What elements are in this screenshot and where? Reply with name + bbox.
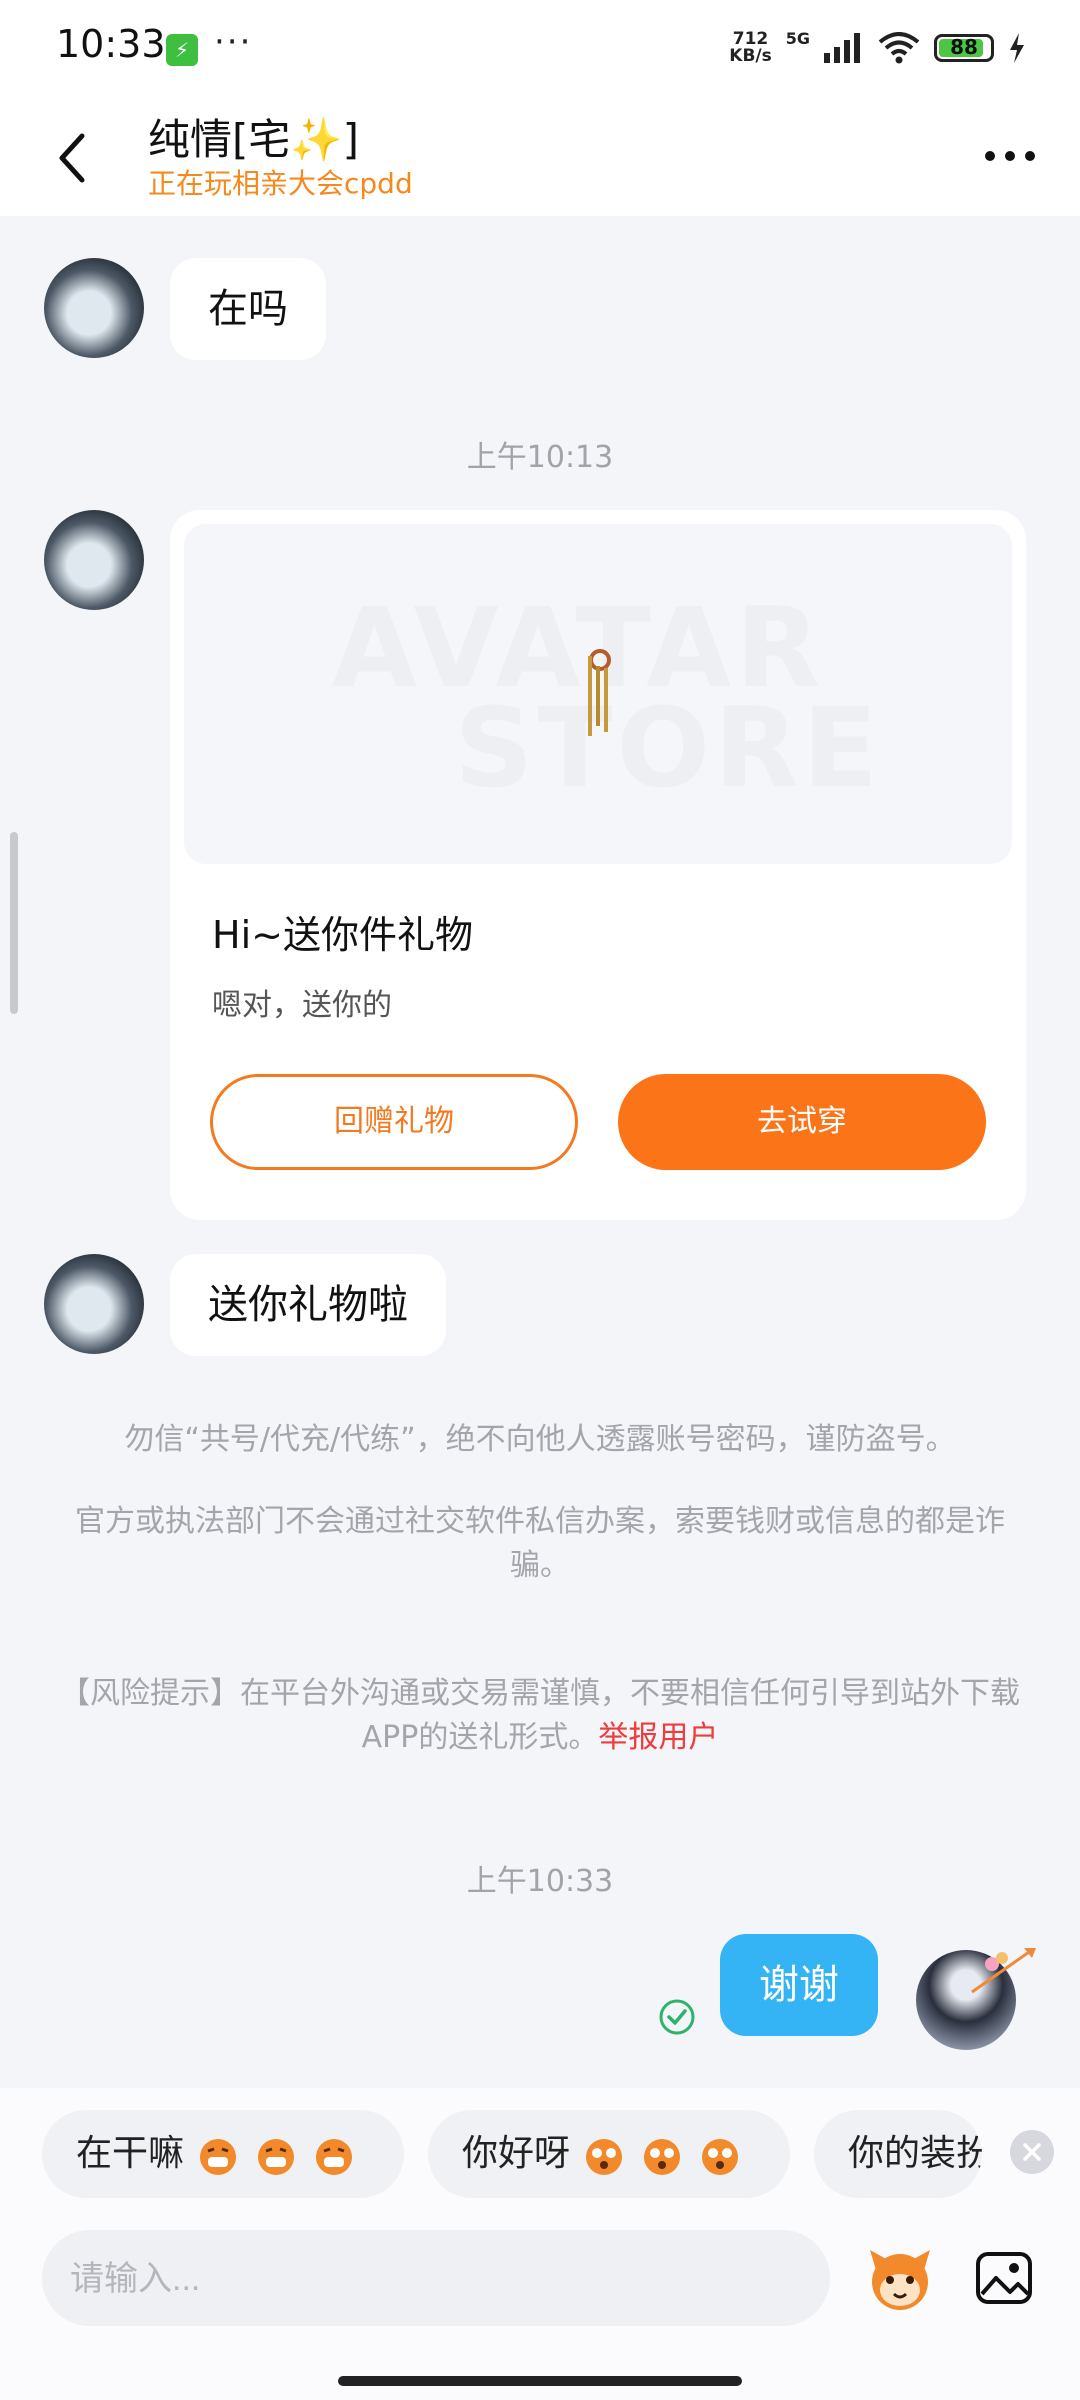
message-input-container	[42, 2230, 830, 2328]
gift-image: AVATAR STORE	[184, 524, 1012, 864]
surprised-emoji-icon	[644, 2139, 681, 2175]
avatar-decoration-icon	[971, 1948, 1036, 1994]
contact-avatar[interactable]	[44, 1254, 144, 1354]
scroll-indicator	[10, 832, 18, 1014]
message-bubble: 送你礼物啦	[170, 1254, 446, 1356]
network-speed-unit: KB/s	[729, 46, 772, 66]
fraud-notice: 官方或执法部门不会通过社交软件私信办案，索要钱财或信息的都是诈骗。	[75, 1504, 1005, 1583]
signal-icon	[824, 33, 860, 63]
status-bar: 10:33 ⚡ ··· 712 KB/s 5G 88	[0, 0, 1080, 100]
risk-notice: 【风险提示】在平台外沟通或交易需谨慎，不要相信任何引导到站外下载APP的送礼形式…	[60, 1672, 1020, 1760]
return-gift-button[interactable]: 回赠礼物	[210, 1074, 578, 1170]
close-quick-replies-icon[interactable]	[1010, 2130, 1054, 2174]
more-options-icon[interactable]	[980, 136, 1040, 176]
report-user-link[interactable]: 举报用户	[598, 1720, 718, 1755]
quick-reply-label: 在干嘛	[76, 2133, 185, 2174]
quick-reply-label: 你好呀	[462, 2133, 571, 2174]
wifi-icon	[878, 32, 920, 64]
image-icon[interactable]	[974, 2248, 1034, 2308]
network-speed: 712 KB/s	[729, 31, 771, 65]
chat-title: 纯情[宅✨]	[148, 115, 360, 164]
status-right: 712 KB/s 5G 88	[729, 26, 1026, 70]
user-status: 正在玩相亲大会cpdd	[148, 167, 413, 200]
emoji-button[interactable]	[862, 2240, 938, 2316]
quick-reply-chip[interactable]: 你的装扮	[814, 2110, 982, 2198]
battery-icon: 88	[934, 34, 994, 62]
laughing-emoji-icon	[200, 2139, 237, 2175]
laughing-emoji-icon	[316, 2139, 353, 2175]
my-message-bubble: 谢谢	[720, 1934, 878, 2036]
contact-avatar[interactable]	[44, 258, 144, 358]
chat-header: 纯情[宅✨] 正在玩相亲大会cpdd	[0, 100, 1080, 216]
store-watermark: STORE	[454, 684, 882, 812]
gift-item-icon	[588, 649, 611, 736]
charging-app-icon: ⚡	[166, 34, 198, 66]
gift-subtitle: 嗯对，送你的	[212, 988, 392, 1023]
more-notifications-icon: ···	[214, 22, 253, 62]
battery-level: 88	[950, 35, 978, 59]
security-notice: 勿信“共号/代充/代练”，绝不向他人透露账号密码，谨防盗号。	[124, 1422, 956, 1457]
message-input[interactable]	[68, 2230, 812, 2328]
gift-title: Hi~送你件礼物	[212, 913, 473, 957]
message-bubble: 在吗	[170, 258, 326, 360]
quick-reply-label: 你的装扮	[848, 2133, 982, 2174]
risk-notice-text: 【风险提示】在平台外沟通或交易需谨慎，不要相信任何引导到站外下载APP的送礼形式…	[60, 1676, 1020, 1755]
back-button[interactable]	[52, 128, 92, 188]
read-check-icon	[659, 1999, 695, 2035]
quick-replies: 在干嘛 你好呀 你的装扮	[0, 2110, 1080, 2198]
quick-reply-chip[interactable]: 在干嘛	[42, 2110, 404, 2198]
charging-icon	[1010, 33, 1024, 63]
surprised-emoji-icon	[586, 2139, 623, 2175]
home-indicator[interactable]	[338, 2376, 742, 2386]
gift-card[interactable]: AVATAR STORE Hi~送你件礼物 嗯对，送你的 回赠礼物 去试穿	[170, 510, 1026, 1220]
laughing-emoji-icon	[258, 2139, 295, 2175]
composer-area: 在干嘛 你好呀 你的装扮	[0, 2088, 1080, 2400]
status-time: 10:33	[56, 22, 166, 66]
quick-reply-chip[interactable]: 你好呀	[428, 2110, 790, 2198]
network-type: 5G	[785, 28, 810, 48]
surprised-emoji-icon	[702, 2139, 739, 2175]
timestamp: 上午10:13	[466, 440, 614, 475]
timestamp: 上午10:33	[466, 1864, 614, 1899]
contact-avatar[interactable]	[44, 510, 144, 610]
try-on-button[interactable]: 去试穿	[618, 1074, 986, 1170]
